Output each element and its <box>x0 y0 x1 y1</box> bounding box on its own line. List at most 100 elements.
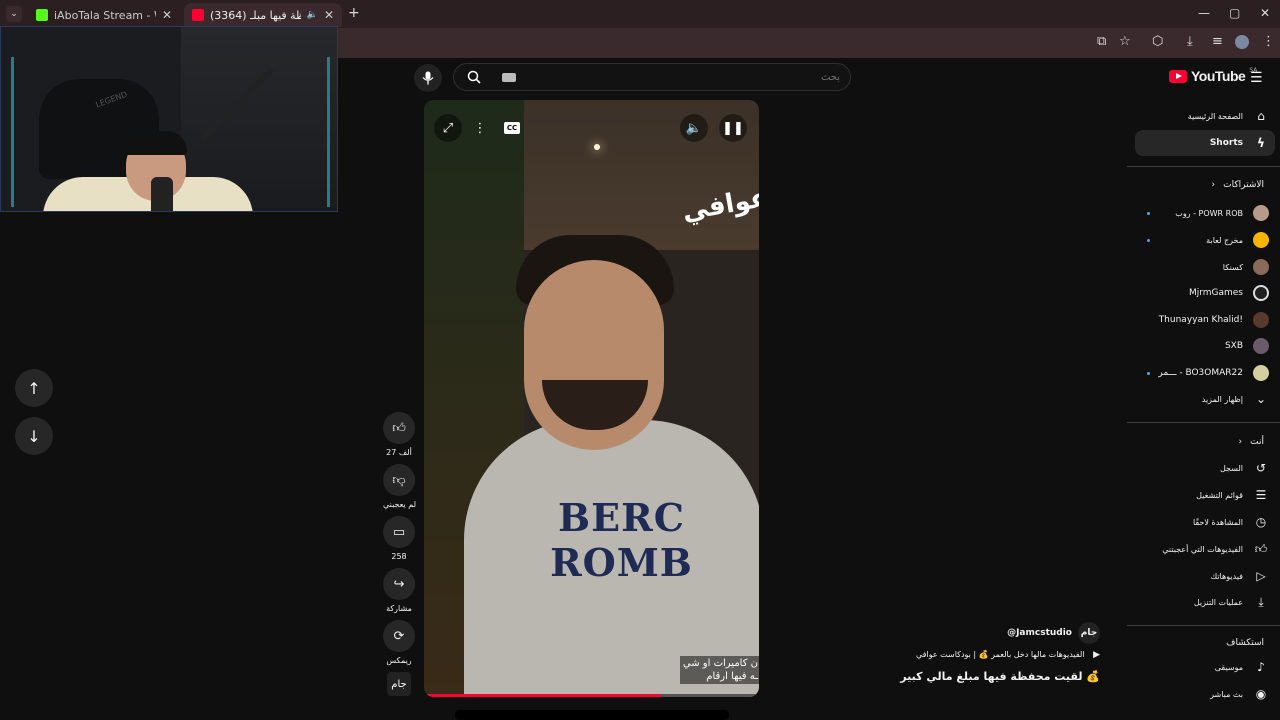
subscription-label: روب - POWR ROB <box>1175 208 1243 218</box>
sidebar-item-playlists[interactable]: قوائم التشغيل ☰ <box>1135 482 1275 508</box>
subscription-label: Thunayyan Khalid! <box>1158 315 1243 325</box>
sidebar-item-live[interactable]: بث مباشر ◉ <box>1135 681 1275 707</box>
sidebar-item-shorts[interactable]: Shorts ϟ <box>1135 130 1275 156</box>
subscription-label: SXB <box>1224 341 1243 351</box>
minimize-icon[interactable]: — <box>1198 6 1210 20</box>
sidebar-item-your-videos[interactable]: فيديوهاتك ▷ <box>1135 563 1275 589</box>
comments-action: ▭ 258 <box>383 516 415 561</box>
video-caption: ن كاميرات او شي ـه فيها ارقام <box>679 656 759 684</box>
sidebar-item-downloads[interactable]: عمليات التنزيل ⤓ <box>1135 589 1275 615</box>
audio-playing-icon[interactable]: 🔈 <box>307 10 318 20</box>
maximize-icon[interactable]: ▢ <box>1229 6 1240 20</box>
microphone-icon <box>422 71 434 85</box>
bookmark-star-icon[interactable]: ☆ <box>1119 34 1131 49</box>
webcam-overlay: LEGEND <box>0 26 338 212</box>
browser-menu-icon[interactable]: ⋮ <box>1262 34 1275 49</box>
subscription-item[interactable]: كسنكا <box>1135 254 1275 280</box>
profile-avatar[interactable] <box>1235 35 1249 49</box>
close-window-icon[interactable]: ✕ <box>1260 6 1270 20</box>
channel-avatar <box>1253 259 1269 275</box>
subscription-item[interactable]: مخرج لعابة <box>1135 227 1275 253</box>
sidebar-item-label: بث مباشر <box>1210 689 1243 699</box>
share-icon: ↪ <box>393 576 405 592</box>
share-action: ↪ مشاركة <box>383 568 415 613</box>
live-icon: ◉ <box>1255 687 1267 701</box>
previous-short-button[interactable]: ↑ <box>15 369 53 407</box>
channel-avatar <box>1253 205 1269 221</box>
channel-handle[interactable]: @Jamcstudio <box>1007 628 1072 638</box>
video-progress-fill <box>424 694 662 697</box>
new-content-dot <box>1147 238 1150 242</box>
browser-tab-kick[interactable]: iAboTala Stream - Watch Live o ✕ <box>28 3 180 27</box>
you-title[interactable]: › أنت <box>1239 437 1264 447</box>
captions-icon[interactable]: CC <box>504 122 520 134</box>
subscription-item[interactable]: Thunayyan Khalid! <box>1135 307 1275 333</box>
liked-videos-icon: 👍︎ <box>1254 541 1268 556</box>
menu-hamburger-icon[interactable]: ☰ <box>1250 70 1263 86</box>
search-input[interactable] <box>540 68 840 86</box>
subscription-item[interactable]: SXB <box>1135 333 1275 359</box>
remix-action: ⟳ ريمكس <box>383 620 415 665</box>
close-tab-icon[interactable]: ✕ <box>324 8 334 22</box>
sound-channel-thumbnail[interactable]: جام <box>387 672 411 696</box>
arrow-up-icon: ↑ <box>27 378 41 398</box>
voice-search-button[interactable] <box>414 64 442 92</box>
tab-search-dropdown[interactable]: ⌄ <box>6 6 22 22</box>
arrow-down-icon: ↓ <box>27 426 41 446</box>
channel-avatar <box>1253 365 1269 381</box>
thumb-down-icon: 👎︎ <box>392 472 406 488</box>
short-video-player[interactable]: عوافي BERC ROMB ⤢ ⋮ CC 🔈 ❚❚ ن كاميرات او… <box>424 100 759 697</box>
new-content-dot <box>1147 211 1150 215</box>
playlist-label: الفيديوهات مالها دخل بالعمر 💰 | بودكاست … <box>916 650 1085 659</box>
sidebar-item-label: الفيديوهات التي أعجبتني <box>1162 544 1243 554</box>
keyboard-icon[interactable] <box>502 73 516 82</box>
dislike-button[interactable]: 👎︎ <box>383 464 415 496</box>
comment-icon: ▭ <box>392 524 406 540</box>
dislike-label: لم يعجبني <box>383 500 417 509</box>
like-count: 27 ألف <box>386 448 412 457</box>
show-more-button[interactable]: إظهار المزيد ⌄ <box>1135 386 1275 412</box>
subscription-item[interactable]: MjrmGames <box>1135 280 1275 306</box>
subscription-label: مخرج لعابة <box>1206 235 1243 245</box>
home-icon: ⌂ <box>1257 109 1265 123</box>
extensions-icon[interactable]: ⬡ <box>1152 34 1163 49</box>
volume-icon: 🔈 <box>685 120 703 136</box>
subscription-item[interactable]: ـــمر - BO3OMAR22 <box>1135 360 1275 386</box>
sidebar-item-history[interactable]: السجل ↺ <box>1135 455 1275 481</box>
fullscreen-button[interactable]: ⤢ <box>434 114 462 142</box>
remix-button[interactable]: ⟳ <box>383 620 415 652</box>
pause-button[interactable]: ❚❚ <box>719 114 747 142</box>
sidebar-item-label: موسيقى <box>1214 662 1243 672</box>
channel-handle-row: @Jamcstudio جام <box>1007 622 1100 644</box>
more-vert-icon: ⋮ <box>473 120 487 136</box>
media-controls-icon[interactable]: ≡ <box>1212 34 1223 49</box>
sidebar-item-music[interactable]: موسيقى ♪ <box>1135 654 1275 680</box>
share-button[interactable]: ↪ <box>383 568 415 600</box>
new-tab-button[interactable]: + <box>348 5 360 21</box>
download-icon[interactable]: ⤓ <box>1187 34 1193 49</box>
subscriptions-title[interactable]: › الاشتراكات <box>1212 180 1264 190</box>
search-button[interactable] <box>454 64 494 90</box>
jacket-print: BERC ROMB <box>550 495 693 585</box>
sidebar-item-liked-videos[interactable]: الفيديوهات التي أعجبتني 👍︎ <box>1135 536 1275 562</box>
comment-count: 258 <box>391 552 407 561</box>
like-button[interactable]: 👍︎ <box>383 412 415 444</box>
more-options-button[interactable]: ⋮ <box>466 114 494 142</box>
youtube-logo[interactable]: YouTube SA <box>1169 67 1257 84</box>
search-icon <box>467 70 481 84</box>
next-short-button[interactable]: ↓ <box>15 417 53 455</box>
playlist-link[interactable]: الفيديوهات مالها دخل بالعمر 💰 | بودكاست … <box>916 650 1100 660</box>
dislike-action: 👎︎ لم يعجبني <box>383 464 417 509</box>
video-progress-bar[interactable] <box>424 694 759 697</box>
subscription-item[interactable]: روب - POWR ROB <box>1135 200 1275 226</box>
comments-button[interactable]: ▭ <box>383 516 415 548</box>
close-tab-icon[interactable]: ✕ <box>162 8 172 22</box>
sidebar-item-label: الصفحة الرئيسية <box>1187 111 1243 121</box>
install-app-icon[interactable]: ⧉ <box>1097 34 1106 49</box>
sidebar-item-home[interactable]: الصفحة الرئيسية ⌂ <box>1135 103 1275 129</box>
subscription-label: ـــمر - BO3OMAR22 <box>1158 368 1243 378</box>
volume-button[interactable]: 🔈 <box>680 114 708 142</box>
sidebar-item-watch-later[interactable]: المشاهدة لاحقًا ◷ <box>1135 509 1275 535</box>
channel-avatar[interactable]: جام <box>1078 622 1100 644</box>
browser-tab-youtube[interactable]: (3364) لقيت محفظة فيها مبلـ 🔈 ✕ <box>184 3 342 27</box>
